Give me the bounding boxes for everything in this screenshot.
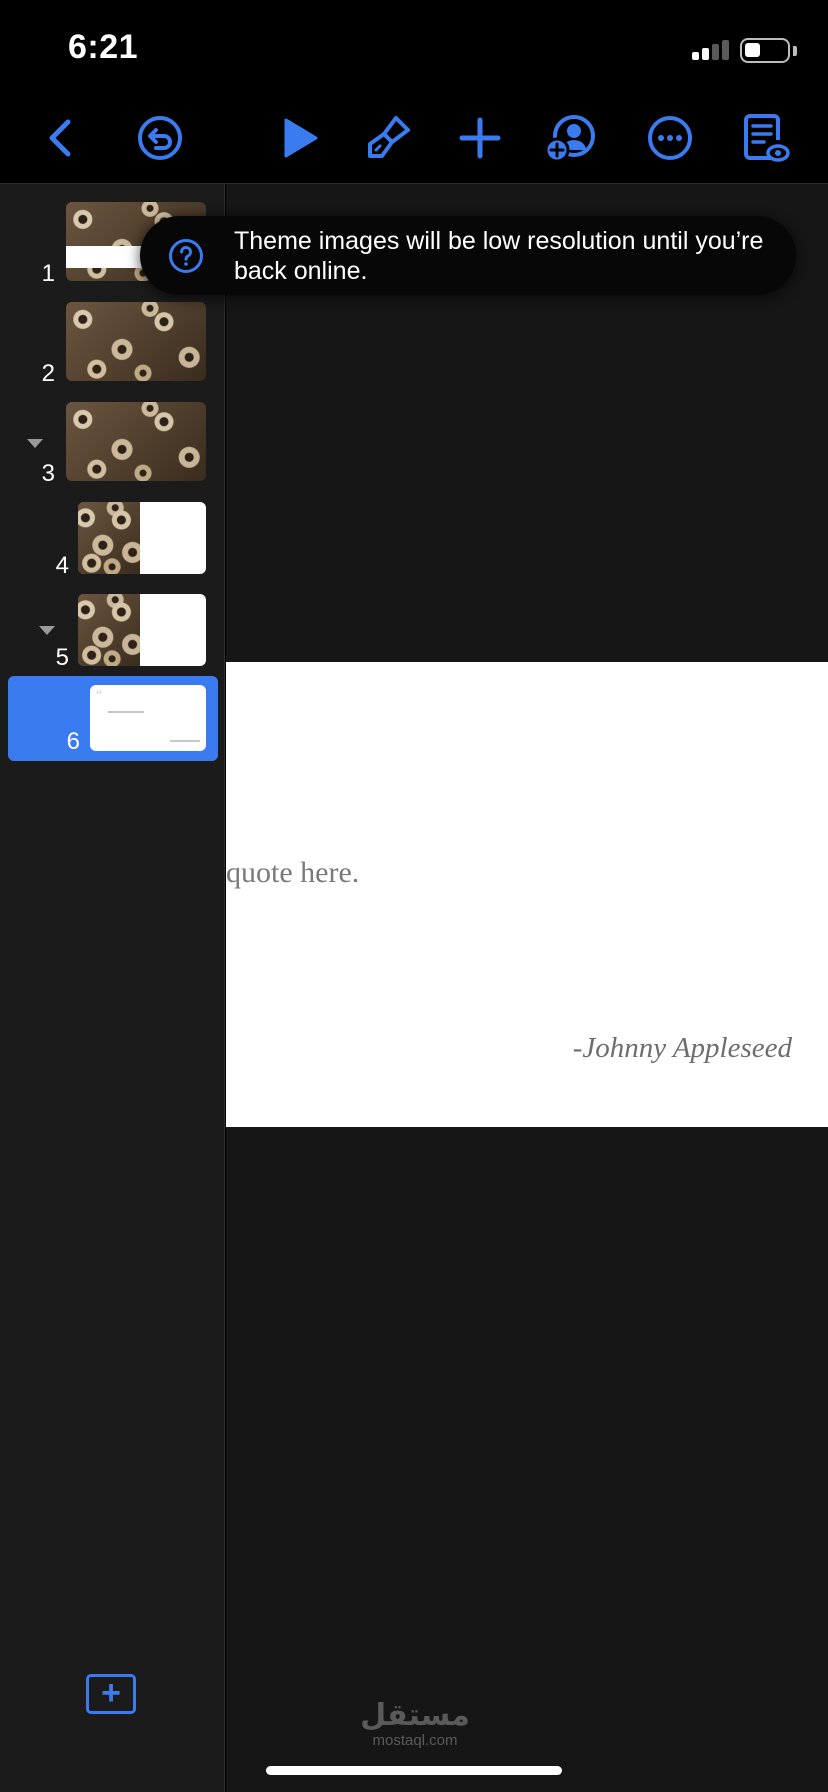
cellular-signal-icon <box>692 40 732 60</box>
plus-icon <box>459 117 501 159</box>
watermark-arabic: مستقل <box>360 1698 470 1733</box>
slide-number: 1 <box>41 260 55 287</box>
play-button[interactable] <box>268 108 328 168</box>
slide-number: 3 <box>41 460 55 487</box>
undo-icon <box>138 116 182 160</box>
presenter-notes-icon <box>744 114 790 162</box>
slide-author-text[interactable]: -Johnny Appleseed <box>573 1032 792 1065</box>
status-time: 6:21 <box>68 28 139 66</box>
undo-button[interactable] <box>130 108 190 168</box>
home-indicator[interactable] <box>266 1766 562 1775</box>
offline-notice-toast[interactable]: Theme images will be low resolution unti… <box>140 216 796 295</box>
back-icon <box>49 119 71 157</box>
watermark-latin: mostaql.com <box>372 1732 458 1749</box>
slide-navigator: 1 2 3 4 5 6 “ + <box>0 184 225 1792</box>
slide-quote-text[interactable]: quote here. <box>226 856 359 890</box>
insert-button[interactable] <box>450 108 510 168</box>
more-icon <box>648 116 692 160</box>
disclosure-triangle-icon[interactable] <box>39 626 55 635</box>
question-circle-icon <box>169 239 203 273</box>
toolbar <box>0 92 828 184</box>
collaborate-icon <box>544 115 595 163</box>
toast-message: Theme images will be low resolution unti… <box>234 227 764 285</box>
slide-number: 4 <box>55 552 69 579</box>
play-icon <box>284 118 318 158</box>
presenter-notes-button[interactable] <box>734 108 794 168</box>
slide-number: 2 <box>41 360 55 387</box>
battery-icon <box>740 38 790 63</box>
current-slide[interactable]: quote here. -Johnny Appleseed <box>226 662 828 1127</box>
paintbrush-icon <box>368 116 410 158</box>
status-bar: 6:21 <box>0 0 828 92</box>
format-button[interactable] <box>358 108 418 168</box>
disclosure-triangle-icon[interactable] <box>27 439 43 448</box>
add-slide-button[interactable]: + <box>86 1674 136 1714</box>
slide-number: 5 <box>55 644 69 671</box>
collaborate-button[interactable] <box>540 108 600 168</box>
slide-number: 6 <box>66 728 80 755</box>
add-slide-icon: + <box>101 1674 121 1712</box>
back-button[interactable] <box>32 108 92 168</box>
slide-canvas: quote here. -Johnny Appleseed <box>226 184 828 1792</box>
watermark: مستقل mostaql.com <box>355 1700 475 1750</box>
more-button[interactable] <box>640 108 700 168</box>
